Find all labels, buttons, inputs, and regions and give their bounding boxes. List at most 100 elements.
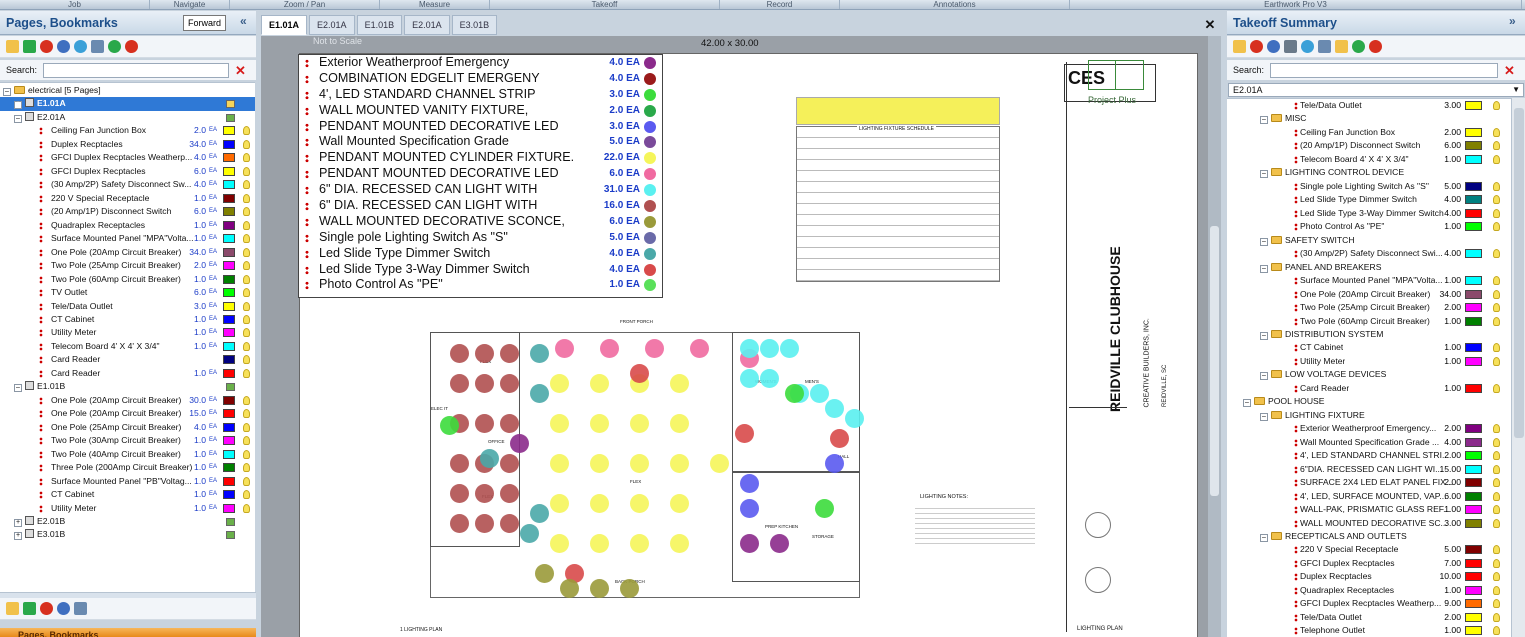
summary-item[interactable]: 4', LED, SURFACE MOUNTED, VAP... 6.00	[1227, 490, 1511, 503]
bulb-icon[interactable]	[243, 463, 250, 473]
delete-icon[interactable]	[1250, 40, 1263, 53]
add-icon[interactable]	[23, 40, 36, 53]
summary-item[interactable]: GFCI Duplex Recptacles 7.00	[1227, 557, 1511, 570]
bulb-icon[interactable]	[243, 422, 250, 432]
bulb-icon[interactable]	[1493, 141, 1500, 151]
bulb-icon[interactable]	[1493, 518, 1500, 528]
collapse-panel-icon[interactable]: »	[1509, 14, 1516, 28]
bulb-icon[interactable]	[1493, 356, 1500, 366]
bulb-icon[interactable]	[1493, 383, 1500, 393]
page-status-icon[interactable]	[226, 100, 235, 109]
bulb-icon[interactable]	[1493, 101, 1500, 110]
bulb-icon[interactable]	[1493, 558, 1500, 568]
collapse-icon[interactable]: –	[1260, 412, 1268, 421]
tree-takeoff-item[interactable]: Card Reader	[0, 353, 255, 366]
collapse-icon[interactable]: –	[1260, 237, 1268, 246]
tree-takeoff-item[interactable]: (20 Amp/1P) Disconnect Switch 6.0 EA	[0, 205, 255, 218]
scrollbar-thumb[interactable]	[1514, 108, 1524, 438]
bulb-icon[interactable]	[1493, 491, 1500, 501]
new-folder-icon[interactable]	[1335, 40, 1348, 53]
bulb-icon[interactable]	[243, 288, 250, 298]
summary-item[interactable]: Exterior Weatherproof Emergency... 2.00	[1227, 422, 1511, 435]
bulb-icon[interactable]	[1493, 437, 1500, 447]
tree-takeoff-item[interactable]: Ceiling Fan Junction Box 2.0 EA	[0, 124, 255, 137]
summary-group[interactable]: – POOL HOUSE	[1227, 395, 1511, 408]
expand-collapse-icon[interactable]: +	[14, 101, 22, 110]
clear-search-icon[interactable]: ✕	[1504, 64, 1515, 77]
collapse-icon[interactable]: –	[1260, 116, 1268, 125]
tab-E3.01B[interactable]: E3.01B	[451, 15, 498, 35]
tree-page-E3.01B[interactable]: + E3.01B	[0, 528, 255, 541]
sort-icon[interactable]	[1318, 40, 1331, 53]
expand-collapse-icon[interactable]: –	[14, 384, 22, 393]
bulb-icon[interactable]	[1493, 572, 1500, 582]
bottom-panel-tab[interactable]: Pages, Bookmarks	[0, 628, 256, 637]
summary-item[interactable]: Wall Mounted Specification Grade ... 4.00	[1227, 436, 1511, 449]
collapse-icon[interactable]: –	[1260, 331, 1268, 340]
menu-item-7[interactable]: Earthwork Pro V3	[1070, 0, 1522, 9]
bulb-icon[interactable]	[243, 180, 250, 190]
tree-takeoff-item[interactable]: One Pole (20Amp Circuit Breaker) 15.0 EA	[0, 407, 255, 420]
bulb-icon[interactable]	[1493, 222, 1500, 232]
tree-takeoff-item[interactable]: One Pole (20Amp Circuit Breaker) 34.0 EA	[0, 246, 255, 259]
tree-takeoff-item[interactable]: Two Pole (60Amp Circuit Breaker) 1.0 EA	[0, 273, 255, 286]
bulb-icon[interactable]	[243, 314, 250, 324]
summary-item[interactable]: Led Slide Type Dimmer Switch 4.00	[1227, 193, 1511, 206]
folder-icon[interactable]	[1233, 40, 1246, 53]
bulb-icon[interactable]	[243, 436, 250, 446]
tree-takeoff-item[interactable]: Telecom Board 4' X 4' X 3/4" 1.0 EA	[0, 340, 255, 353]
bulb-icon[interactable]	[243, 193, 250, 203]
summary-group[interactable]: – DISTRIBUTION SYSTEM	[1227, 328, 1511, 341]
tree-takeoff-item[interactable]: (30 Amp/2P) Safety Disconnect Sw... 4.0 EA	[0, 178, 255, 191]
tree-takeoff-item[interactable]: Utility Meter 1.0 EA	[0, 326, 255, 339]
summary-group[interactable]: – LIGHTING CONTROL DEVICE	[1227, 166, 1511, 179]
settings-icon[interactable]	[57, 40, 70, 53]
summary-group[interactable]: – SAFETY SWITCH	[1227, 234, 1511, 247]
bulb-icon[interactable]	[1493, 195, 1500, 205]
bulb-icon[interactable]	[243, 234, 250, 244]
bulb-icon[interactable]	[1493, 464, 1500, 474]
menu-item-3[interactable]: Measure	[380, 0, 490, 9]
summary-item[interactable]: One Pole (20Amp Circuit Breaker) 34.00	[1227, 288, 1511, 301]
tree-takeoff-item[interactable]: Utility Meter 1.0 EA	[0, 502, 255, 515]
bulb-icon[interactable]	[243, 126, 250, 136]
tree-page-E1.01A[interactable]: + E1.01A	[0, 97, 255, 111]
bulb-icon[interactable]	[1493, 424, 1500, 434]
menu-item-5[interactable]: Record	[720, 0, 840, 9]
bulb-icon[interactable]	[1493, 249, 1500, 259]
tree-takeoff-item[interactable]: GFCI Duplex Recptacles 6.0 EA	[0, 165, 255, 178]
bulb-icon[interactable]	[243, 503, 250, 513]
clear-search-icon[interactable]: ✕	[235, 64, 246, 77]
tree-takeoff-item[interactable]: Card Reader 1.0 EA	[0, 367, 255, 380]
collapse-icon[interactable]: –	[1243, 399, 1251, 408]
collapse-panel-icon[interactable]: «	[240, 14, 247, 28]
summary-item[interactable]: WALL MOUNTED DECORATIVE SC... 3.00	[1227, 517, 1511, 530]
tree-takeoff-item[interactable]: Two Pole (25Amp Circuit Breaker) 2.0 EA	[0, 259, 255, 272]
tree-takeoff-item[interactable]: GFCI Duplex Recptacles Weatherp... 4.0 EA	[0, 151, 255, 164]
summary-group[interactable]: – PANEL AND BREAKERS	[1227, 261, 1511, 274]
delete-icon[interactable]	[40, 602, 53, 615]
tree-takeoff-item[interactable]: Duplex Recptacles 34.0 EA	[0, 138, 255, 151]
summary-group[interactable]: – LOW VOLTAGE DEVICES	[1227, 368, 1511, 381]
tree-takeoff-item[interactable]: Three Pole (200Amp Circuit Breaker) 1.0 EA	[0, 461, 255, 474]
bulb-icon[interactable]	[243, 274, 250, 284]
delete-icon[interactable]	[40, 40, 53, 53]
bulb-icon[interactable]	[1493, 626, 1500, 636]
tree-root[interactable]: – electrical [5 Pages]	[0, 84, 255, 97]
settings-icon[interactable]	[57, 602, 70, 615]
tree-takeoff-item[interactable]: TV Outlet 6.0 EA	[0, 286, 255, 299]
summary-item[interactable]: Duplex Recptacles 10.00	[1227, 570, 1511, 583]
page-status-icon[interactable]	[226, 531, 235, 540]
bulb-icon[interactable]	[243, 166, 250, 176]
bulb-icon[interactable]	[243, 261, 250, 271]
summary-item[interactable]: Photo Control As "PE" 1.00	[1227, 220, 1511, 233]
add-icon[interactable]	[23, 602, 36, 615]
summary-group[interactable]: – RECEPTICALS AND OUTLETS	[1227, 530, 1511, 543]
summary-group[interactable]: – MISC	[1227, 112, 1511, 125]
summary-item[interactable]: Surface Mounted Panel "MPA"Volta... 1.00	[1227, 274, 1511, 287]
folder-icon[interactable]	[6, 602, 19, 615]
sort-icon[interactable]	[74, 602, 87, 615]
expand-collapse-icon[interactable]: –	[14, 114, 22, 123]
refresh-icon[interactable]	[1301, 40, 1314, 53]
bulb-icon[interactable]	[243, 355, 250, 365]
